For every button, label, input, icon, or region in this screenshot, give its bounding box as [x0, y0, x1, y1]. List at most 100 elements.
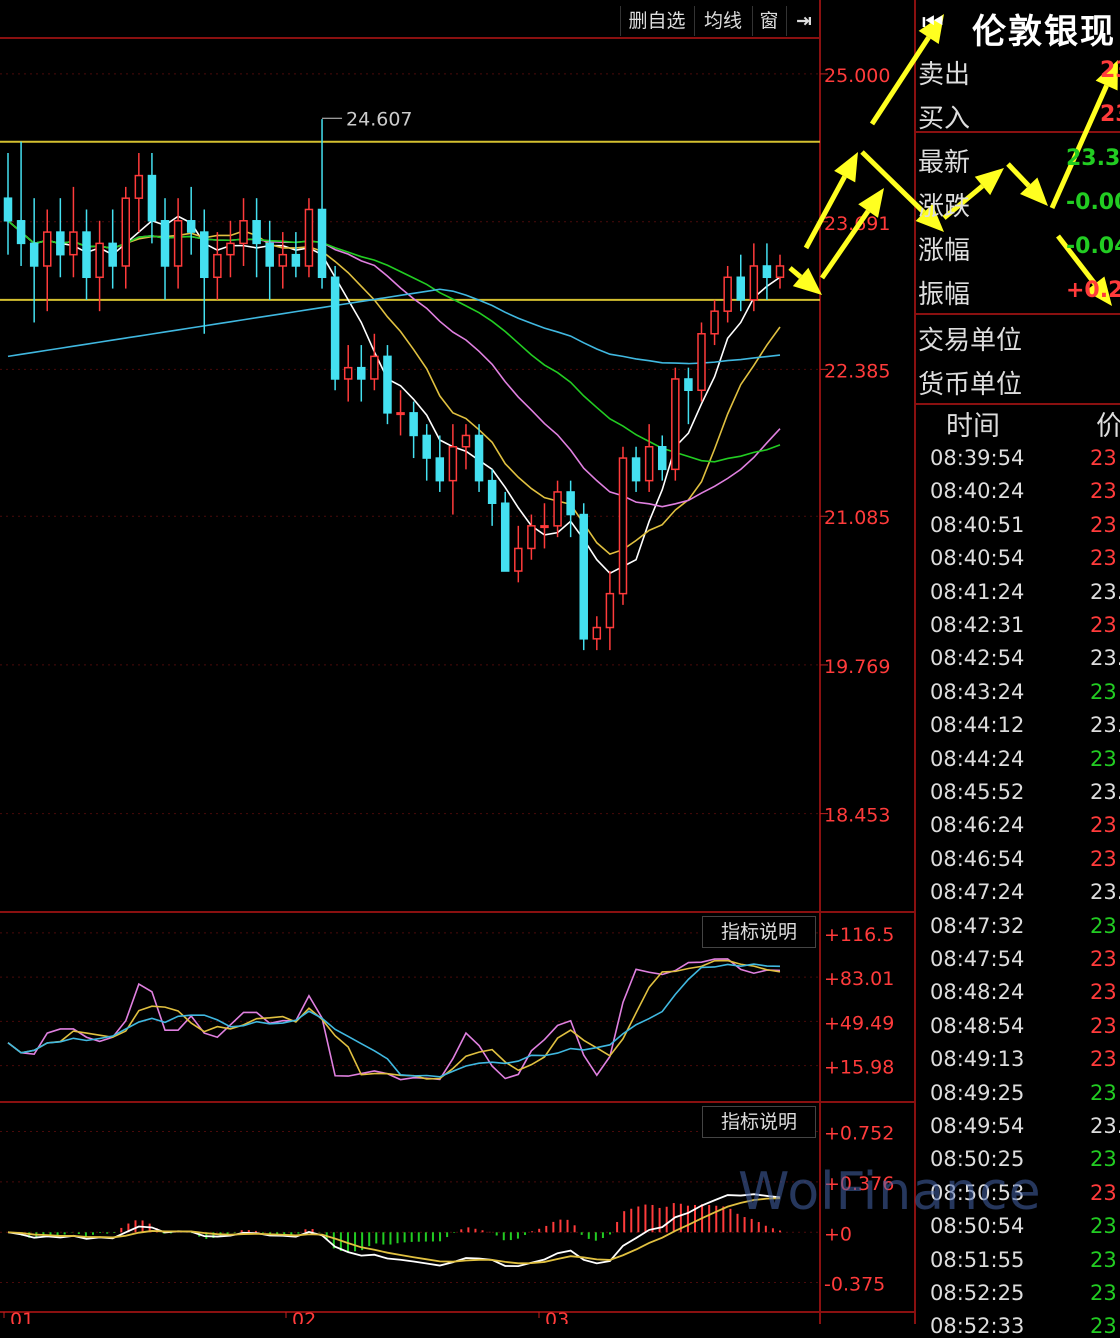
- ma-line: [7, 215, 781, 575]
- tick-price: 23: [1090, 546, 1117, 571]
- tick-time: 08:39:54: [930, 446, 1025, 470]
- candle-body: [16, 220, 26, 245]
- candle-body: [160, 220, 170, 267]
- tick-time: 08:47:32: [930, 913, 1025, 938]
- macd-line: [7, 1193, 781, 1268]
- candle-body: [43, 231, 52, 267]
- macd-indicator-description-button[interactable]: 指标说明: [702, 1106, 816, 1138]
- tick-time: 08:45:52: [930, 780, 1025, 804]
- quote-label: 涨幅: [918, 236, 971, 266]
- tick-time: 08:46:54: [930, 846, 1025, 871]
- tick-price: 23: [1090, 746, 1117, 771]
- tick-time: 08:40:54: [930, 546, 1025, 571]
- tick-price: 23.: [1090, 646, 1120, 671]
- candle-body: [644, 446, 654, 482]
- quote-label: 买入: [918, 104, 971, 134]
- tick-price: 23: [1090, 479, 1117, 504]
- tick-price: 23: [1090, 1047, 1117, 1072]
- candle-body: [147, 174, 157, 222]
- kdj-line: [7, 963, 781, 1078]
- candle-body: [697, 333, 706, 392]
- candle-body: [278, 253, 288, 267]
- candle-body: [304, 208, 314, 267]
- macd-axis-label: +0.752: [824, 1123, 894, 1145]
- tick-price: 23.: [1090, 713, 1120, 738]
- toolbar-expand-icon[interactable]: ⇥: [786, 6, 821, 36]
- toolbar-window-button[interactable]: 窗: [752, 6, 785, 36]
- kdj-axis-label: +49.49: [824, 1012, 894, 1034]
- quote-value: +0.21: [1066, 278, 1120, 303]
- candle-body: [252, 220, 261, 245]
- candle-body: [448, 446, 458, 482]
- table-header-time: 时间: [946, 411, 1000, 442]
- candle-body: [618, 457, 628, 595]
- yellow-arrow-shaft: [788, 266, 803, 279]
- candle-body: [592, 626, 602, 640]
- candle-body: [69, 231, 78, 256]
- macd-axis-label: -0.375: [824, 1274, 885, 1296]
- date-axis-label: 01: [10, 1309, 34, 1324]
- tick-time: 08:49:25: [930, 1080, 1025, 1105]
- candle-body: [566, 491, 575, 516]
- tick-price: 23.: [1090, 780, 1120, 804]
- candle-body: [723, 276, 732, 312]
- toolbar-delete-watchlist-button[interactable]: 删自选: [620, 6, 693, 36]
- quote-label: 卖出: [918, 60, 971, 90]
- ma-line: [7, 220, 781, 555]
- tick-time: 08:40:24: [930, 479, 1025, 504]
- quote-value: 23.32: [1066, 146, 1120, 171]
- tick-time: 08:49:13: [930, 1047, 1025, 1072]
- tick-price: 23: [1090, 1180, 1117, 1205]
- candle-body: [239, 220, 248, 245]
- price-axis-label: 18.453: [824, 805, 890, 827]
- tick-price: 23: [1090, 1247, 1117, 1272]
- candle-body: [500, 502, 510, 572]
- candle-body: [540, 525, 549, 529]
- candle-body: [461, 434, 471, 448]
- candle-body: [435, 457, 445, 482]
- tick-price: 23: [1090, 1013, 1117, 1038]
- kdj-indicator-description-button[interactable]: 指标说明: [702, 916, 816, 948]
- candle-body: [317, 208, 327, 279]
- toolbar-moving-average-button[interactable]: 均线: [694, 6, 751, 36]
- kdj-axis-label: +83.01: [824, 968, 894, 990]
- quote-label: 涨跌: [918, 192, 971, 222]
- candle-body: [134, 174, 144, 199]
- tick-time: 08:46:24: [930, 813, 1025, 838]
- tick-price: 23: [1090, 679, 1117, 704]
- kdj-line: [7, 958, 781, 1081]
- quote-label: 振幅: [918, 280, 971, 310]
- yellow-arrow-shaft: [1006, 162, 1031, 188]
- tick-price: 23: [1090, 813, 1117, 838]
- tick-time: 08:51:55: [930, 1247, 1025, 1272]
- candle-body: [579, 513, 588, 640]
- candle-body: [487, 479, 497, 504]
- tick-price: 23: [1090, 1314, 1117, 1338]
- candle-body: [383, 355, 392, 414]
- candle-body: [95, 242, 104, 279]
- tick-time: 08:48:54: [930, 1013, 1025, 1038]
- candle-body: [749, 265, 759, 301]
- tick-time: 08:52:25: [930, 1281, 1025, 1305]
- tick-price: 23: [1090, 512, 1117, 537]
- tick-price: 23: [1090, 980, 1117, 1005]
- quote-value: 23: [1100, 102, 1120, 127]
- candle-body: [605, 592, 615, 629]
- tick-time: 08:44:12: [930, 713, 1025, 738]
- candle-body: [186, 220, 196, 233]
- quote-value: -0.04: [1066, 234, 1120, 259]
- watermark-logo: WolFinance: [738, 1162, 1042, 1222]
- candle-body: [330, 276, 340, 380]
- tick-time: 08:43:24: [930, 679, 1025, 704]
- candle-body: [736, 276, 745, 301]
- panel-toggle-icon[interactable]: ⏮: [922, 8, 944, 36]
- candle-body: [474, 434, 484, 482]
- candle-body: [56, 231, 65, 256]
- candle-body: [291, 253, 301, 267]
- tick-price: 23.: [1090, 579, 1120, 604]
- tick-price: 23: [1090, 947, 1117, 971]
- kdj-line: [7, 959, 781, 1080]
- price-axis-label: 25.000: [824, 65, 890, 87]
- tick-price: 23: [1090, 446, 1117, 470]
- tick-time: 08:42:31: [930, 613, 1025, 637]
